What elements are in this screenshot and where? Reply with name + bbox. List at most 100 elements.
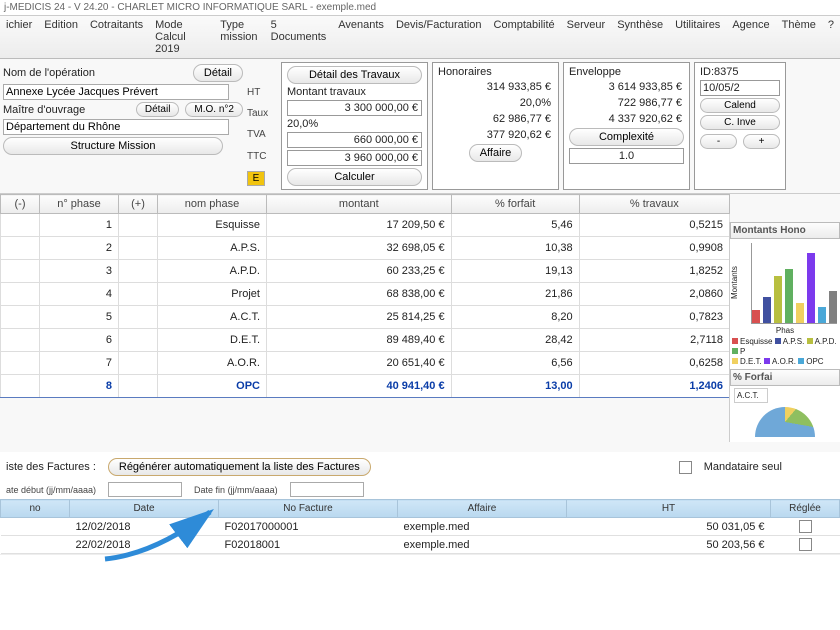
col-forfait[interactable]: % forfait	[451, 195, 579, 214]
phase-section: (-) n° phase (+) nom phase montant % for…	[0, 194, 840, 398]
top-panels: Nom de l'opération Détail Maître d'ouvra…	[0, 59, 840, 194]
affaire-button[interactable]: Affaire	[469, 144, 523, 162]
invoice-row[interactable]: 22/02/2018F02018001exemple.med50 203,56 …	[1, 536, 840, 554]
inv-col[interactable]: No Facture	[219, 500, 398, 518]
date-debut-input[interactable]	[108, 482, 182, 497]
detail-operation-button[interactable]: Détail	[193, 64, 243, 82]
menu-item[interactable]: Type mission	[218, 18, 260, 56]
col-no[interactable]: n° phase	[40, 195, 119, 214]
tax-labels: HT Taux TVA TTC E	[247, 62, 277, 190]
chart-bar	[829, 291, 837, 323]
phase-row[interactable]: 5A.C.T.25 814,25 €8,200,7823	[1, 306, 730, 329]
menu-item[interactable]: Devis/Facturation	[394, 18, 484, 56]
phase-row[interactable]: 6D.E.T.89 489,40 €28,422,7118	[1, 329, 730, 352]
col-plus[interactable]: (+)	[119, 195, 158, 214]
menu-item[interactable]: ichier	[4, 18, 34, 56]
nom-operation-input[interactable]	[3, 84, 229, 100]
phase-row[interactable]: 3A.P.D.60 233,25 €19,131,8252	[1, 260, 730, 283]
menu-item[interactable]: Comptabilité	[492, 18, 557, 56]
col-montant[interactable]: montant	[267, 195, 452, 214]
chart1-title: Montants Hono	[730, 222, 840, 239]
env-tva: 722 986,77 €	[569, 96, 684, 110]
hono-tva: 62 986,77 €	[438, 112, 553, 126]
inv-col[interactable]: Réglée	[771, 500, 840, 518]
mandataire-label: Mandataire seul	[704, 461, 782, 473]
chart2-plot	[755, 407, 815, 437]
mo-n2-button[interactable]: M.O. n°2	[185, 102, 243, 117]
title-bar: j-MEDICIS 24 - V 24.20 - CHARLET MICRO I…	[0, 0, 840, 16]
enveloppe-title: Enveloppe	[569, 66, 684, 78]
plus-button[interactable]: +	[743, 134, 780, 149]
chart-bar	[818, 307, 826, 323]
nom-label: Nom de l'opération	[3, 67, 95, 79]
reglee-checkbox[interactable]	[799, 520, 812, 533]
col-nom[interactable]: nom phase	[158, 195, 267, 214]
menu-item[interactable]: ?	[826, 18, 836, 56]
inv-col[interactable]: HT	[567, 500, 771, 518]
chart-bar	[785, 269, 793, 323]
chart1-ylabel: Montants	[730, 239, 739, 326]
phase-row[interactable]: 2A.P.S.32 698,05 €10,380,9908	[1, 237, 730, 260]
taux-label: Taux	[247, 107, 277, 120]
phase-row[interactable]: 1Esquisse17 209,50 €5,460,5215	[1, 214, 730, 237]
menu-item[interactable]: Synthèse	[615, 18, 665, 56]
inv-col[interactable]: Affaire	[398, 500, 567, 518]
invoice-table: noDateNo FactureAffaireHTRéglée 12/02/20…	[0, 499, 840, 554]
tva-label: TVA	[247, 128, 277, 141]
panel-travaux: Détail des Travaux Montant travaux 3 300…	[281, 62, 428, 190]
reglee-checkbox[interactable]	[799, 538, 812, 551]
mo-detail-button[interactable]: Détail	[136, 102, 180, 117]
menu-item[interactable]: Thème	[780, 18, 818, 56]
mo-label: Maître d'ouvrage	[3, 104, 85, 116]
menu-item[interactable]: Serveur	[565, 18, 608, 56]
phase-row[interactable]: 8OPC40 941,40 €13,001,2406	[1, 375, 730, 398]
phase-row[interactable]: 7A.O.R.20 651,40 €6,560,6258	[1, 352, 730, 375]
env-ttc: 4 337 920,62 €	[569, 112, 684, 126]
travaux-ht: 3 300 000,00 €	[287, 100, 422, 116]
charts-sidebar: Montants Hono Montants Phas Esquisse A.P…	[729, 222, 840, 442]
hono-ttc: 377 920,62 €	[438, 128, 553, 142]
inv-col[interactable]: Date	[70, 500, 219, 518]
invoice-row[interactable]: 12/02/2018F02017000001exemple.med50 031,…	[1, 518, 840, 536]
travaux-taux: 20,0%	[287, 118, 422, 130]
calculer-button[interactable]: Calculer	[287, 168, 422, 186]
structure-mission-button[interactable]: Structure Mission	[3, 137, 223, 155]
col-minus[interactable]: (-)	[1, 195, 40, 214]
pie-label: A.C.T.	[734, 388, 768, 403]
detail-travaux-button[interactable]: Détail des Travaux	[287, 66, 422, 84]
phase-row[interactable]: 4Projet68 838,00 €21,862,0860	[1, 283, 730, 306]
menu-item[interactable]: Mode Calcul 2019	[153, 18, 210, 56]
col-travaux[interactable]: % travaux	[579, 195, 729, 214]
panel-honoraires: Honoraires 314 933,85 € 20,0% 62 986,77 …	[432, 62, 559, 190]
window-title: j-MEDICIS 24 - V 24.20 - CHARLET MICRO I…	[4, 2, 376, 13]
menu-item[interactable]: Edition	[42, 18, 80, 56]
complexite-button[interactable]: Complexité	[569, 128, 684, 146]
ht-label: HT	[247, 86, 277, 99]
phase-table: (-) n° phase (+) nom phase montant % for…	[0, 194, 730, 398]
mo-input[interactable]	[3, 119, 229, 135]
cinve-button[interactable]: C. Inve	[700, 115, 780, 130]
panel-operation: Nom de l'opération Détail Maître d'ouvra…	[3, 62, 243, 190]
menu-item[interactable]: Agence	[730, 18, 771, 56]
inv-col[interactable]: no	[1, 500, 70, 518]
menu-item[interactable]: Utilitaires	[673, 18, 722, 56]
ttc-label: TTC	[247, 150, 277, 163]
menu-item[interactable]: Avenants	[336, 18, 386, 56]
chart-bar	[774, 276, 782, 323]
regen-invoices-button[interactable]: Régénérer automatiquement la liste des F…	[108, 458, 371, 476]
date-debut-label: ate début (jj/mm/aaaa)	[6, 485, 96, 495]
hono-ht: 314 933,85 €	[438, 80, 553, 94]
date-fin-input[interactable]	[290, 482, 364, 497]
chart-legend: Esquisse A.P.S. A.P.D. P D.E.T. A.O.R. O…	[730, 335, 840, 369]
travaux-tva: 660 000,00 €	[287, 132, 422, 148]
hono-taux: 20,0%	[438, 96, 553, 110]
e-badge: E	[247, 171, 265, 186]
montant-travaux-label: Montant travaux	[287, 86, 422, 98]
invoice-list-label: iste des Factures :	[6, 461, 96, 473]
mandataire-checkbox[interactable]	[679, 461, 692, 474]
menu-item[interactable]: 5 Documents	[269, 18, 329, 56]
minus-button[interactable]: -	[700, 134, 737, 149]
calend-button[interactable]: Calend	[700, 98, 780, 113]
chart-bar	[763, 297, 771, 323]
menu-item[interactable]: Cotraitants	[88, 18, 145, 56]
